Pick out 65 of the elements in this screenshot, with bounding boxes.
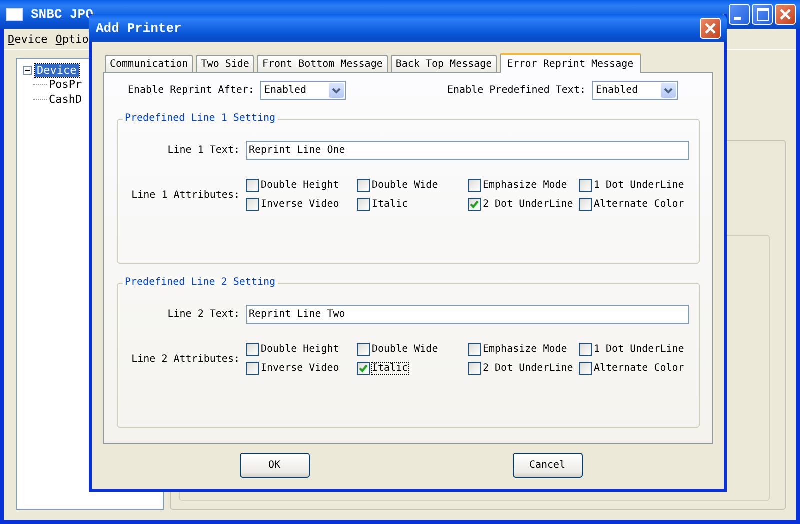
checkbox-label[interactable]: Double Height xyxy=(261,344,340,355)
field-label: Line 1 Text: xyxy=(166,145,240,156)
checkbox-label[interactable]: Inverse Video xyxy=(261,363,340,374)
field-label: Line 1 Attributes: xyxy=(130,190,240,200)
text-field[interactable]: Reprint Line Two xyxy=(246,305,689,324)
close-button[interactable] xyxy=(700,18,721,38)
dropdown[interactable]: Enabled xyxy=(592,81,678,100)
checkbox-label[interactable]: Inverse Video xyxy=(261,199,340,210)
checkbox[interactable] xyxy=(468,179,481,192)
checkbox[interactable] xyxy=(357,198,370,211)
menu-item[interactable]: Device xyxy=(8,32,48,46)
checkbox-label[interactable]: 1 Dot UnderLine xyxy=(594,344,684,355)
close-icon xyxy=(704,22,717,34)
group-title: Predefined Line 1 Setting xyxy=(123,113,278,124)
collapse-icon[interactable] xyxy=(23,66,32,75)
checkbox[interactable] xyxy=(468,198,481,211)
checkbox-label[interactable]: Double Wide xyxy=(372,344,438,355)
tab[interactable]: Error Reprint Message xyxy=(500,53,641,73)
tab[interactable]: Back Top Message xyxy=(390,55,498,72)
checkbox[interactable] xyxy=(246,179,259,192)
checkbox[interactable] xyxy=(246,198,259,211)
checkbox[interactable] xyxy=(579,362,592,375)
field-label: Enable Predefined Text: xyxy=(448,85,586,96)
checkbox-label[interactable]: Italic xyxy=(372,363,408,374)
group-title: Predefined Line 2 Setting xyxy=(123,277,278,288)
dialog-button[interactable]: OK xyxy=(240,453,310,478)
app-icon xyxy=(6,8,23,21)
checkbox-label[interactable]: 2 Dot UnderLine xyxy=(483,199,574,210)
checkbox[interactable] xyxy=(357,343,370,356)
tree-item[interactable]: Device xyxy=(35,64,79,77)
tree-item[interactable]: PosPr xyxy=(47,78,84,91)
checkbox-label[interactable]: Emphasize Mode xyxy=(483,180,568,191)
checkbox[interactable] xyxy=(357,362,370,375)
checkbox[interactable] xyxy=(357,179,370,192)
checkbox-label[interactable]: Double Height xyxy=(261,180,340,191)
checkbox-label[interactable]: Italic xyxy=(372,199,408,210)
checkbox[interactable] xyxy=(579,179,592,192)
checkbox[interactable] xyxy=(246,362,259,375)
menu-item[interactable]: Optio xyxy=(56,32,89,46)
close-icon xyxy=(779,8,792,21)
dropdown[interactable]: Enabled xyxy=(260,81,346,100)
checkbox[interactable] xyxy=(468,343,481,356)
tab[interactable]: Two Side xyxy=(196,55,254,72)
tab[interactable]: Front Bottom Message xyxy=(257,55,388,72)
field-label: Line 2 Attributes: xyxy=(130,354,240,364)
checkbox-label[interactable]: 2 Dot UnderLine xyxy=(483,363,574,374)
tab[interactable]: Communication xyxy=(105,55,194,72)
checkbox-label[interactable]: Alternate Color xyxy=(594,199,684,210)
checkbox-label[interactable]: 1 Dot UnderLine xyxy=(594,180,684,191)
text-field[interactable]: Reprint Line One xyxy=(246,141,689,160)
checkbox[interactable] xyxy=(579,198,592,211)
dialog-title: Add Printer xyxy=(96,20,182,36)
tree-item[interactable]: CashD xyxy=(47,93,84,106)
checkbox-label[interactable]: Emphasize Mode xyxy=(483,344,568,355)
checkbox[interactable] xyxy=(579,343,592,356)
field-label: Line 2 Text: xyxy=(166,309,240,320)
checkbox-label[interactable]: Alternate Color xyxy=(594,363,684,374)
checkbox[interactable] xyxy=(246,343,259,356)
checkbox[interactable] xyxy=(468,362,481,375)
checkbox-label[interactable]: Double Wide xyxy=(372,180,438,191)
close-button[interactable] xyxy=(775,4,796,25)
maximize-button[interactable] xyxy=(752,4,773,25)
dialog-button[interactable]: Cancel xyxy=(512,453,582,478)
field-label: Enable Reprint After: xyxy=(128,85,254,96)
minimize-button[interactable] xyxy=(729,4,750,25)
